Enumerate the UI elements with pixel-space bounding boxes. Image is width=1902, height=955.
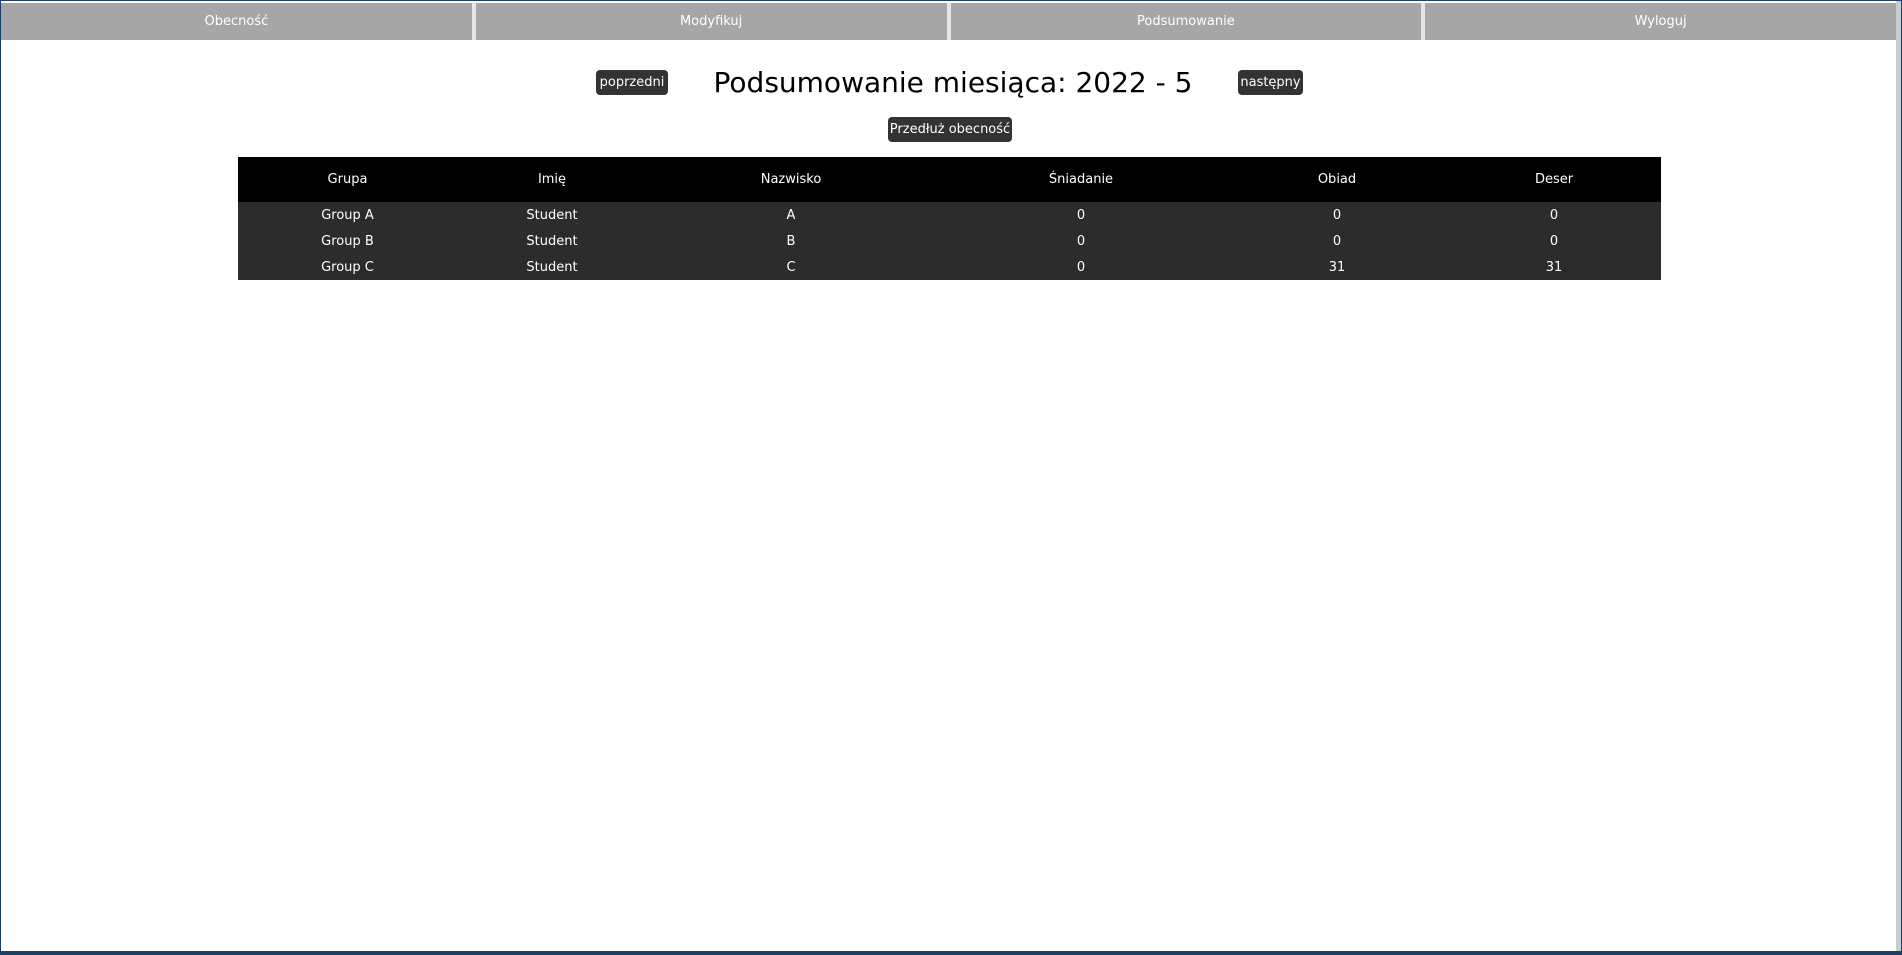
page-title: Podsumowanie miesiąca: 2022 - 5 xyxy=(713,66,1193,99)
cell-imie: Student xyxy=(457,202,647,228)
window-edge xyxy=(1896,1,1901,951)
cell-grupa: Group A xyxy=(238,202,457,228)
column-header-deser: Deser xyxy=(1447,157,1661,202)
table-body: Group A Student A 0 0 0 Group B Student … xyxy=(238,202,1661,280)
column-header-sniadanie: Śniadanie xyxy=(935,157,1227,202)
previous-month-button[interactable]: poprzedni xyxy=(596,70,668,95)
cell-deser: 0 xyxy=(1447,228,1661,254)
cell-imie: Student xyxy=(457,254,647,280)
cell-grupa: Group C xyxy=(238,254,457,280)
cell-nazwisko: A xyxy=(647,202,935,228)
table-row: Group C Student C 0 31 31 xyxy=(238,254,1661,280)
table-header: Grupa Imię Nazwisko Śniadanie Obiad Dese… xyxy=(238,157,1661,202)
cell-sniadanie: 0 xyxy=(935,202,1227,228)
column-header-obiad: Obiad xyxy=(1227,157,1447,202)
column-header-grupa: Grupa xyxy=(238,157,457,202)
cell-grupa: Group B xyxy=(238,228,457,254)
table-row: Group B Student B 0 0 0 xyxy=(238,228,1661,254)
cell-sniadanie: 0 xyxy=(935,228,1227,254)
cell-sniadanie: 0 xyxy=(935,254,1227,280)
nav-item-obecnosc[interactable]: Obecność xyxy=(1,3,472,40)
cell-imie: Student xyxy=(457,228,647,254)
table-header-row: Grupa Imię Nazwisko Śniadanie Obiad Dese… xyxy=(238,157,1661,202)
table-row: Group A Student A 0 0 0 xyxy=(238,202,1661,228)
cell-obiad: 31 xyxy=(1227,254,1447,280)
column-header-nazwisko: Nazwisko xyxy=(647,157,935,202)
next-month-button[interactable]: następny xyxy=(1238,70,1303,95)
page: Obecność Modyfikuj Podsumowanie Wyloguj … xyxy=(1,1,1896,951)
cell-deser: 31 xyxy=(1447,254,1661,280)
summary-table: Grupa Imię Nazwisko Śniadanie Obiad Dese… xyxy=(238,157,1661,280)
column-header-imie: Imię xyxy=(457,157,647,202)
cell-obiad: 0 xyxy=(1227,228,1447,254)
main-nav: Obecność Modyfikuj Podsumowanie Wyloguj xyxy=(1,3,1896,40)
extend-attendance-button[interactable]: Przedłuż obecność xyxy=(888,117,1012,142)
cell-nazwisko: C xyxy=(647,254,935,280)
nav-item-wyloguj[interactable]: Wyloguj xyxy=(1425,3,1896,40)
nav-item-modyfikuj[interactable]: Modyfikuj xyxy=(475,3,947,40)
cell-deser: 0 xyxy=(1447,202,1661,228)
cell-obiad: 0 xyxy=(1227,202,1447,228)
cell-nazwisko: B xyxy=(647,228,935,254)
nav-item-podsumowanie[interactable]: Podsumowanie xyxy=(950,3,1422,40)
